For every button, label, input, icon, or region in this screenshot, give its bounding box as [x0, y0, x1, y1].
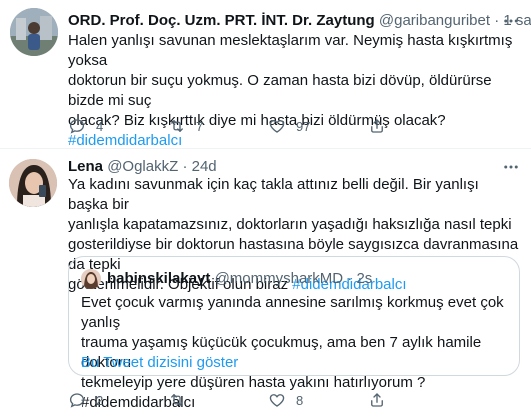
like-icon: [260, 109, 294, 143]
tweet[interactable]: Lena @OglakkZ · 24d Ya kadını savunmak i…: [0, 149, 531, 417]
like-button[interactable]: 8: [260, 383, 360, 417]
reply-count: 4: [96, 118, 104, 134]
separator: ·: [182, 158, 188, 175]
like-count: 8: [296, 392, 304, 408]
retweet-icon: [160, 109, 194, 143]
avatar-image: [9, 159, 57, 207]
avatar[interactable]: [9, 159, 57, 207]
quoted-display-name[interactable]: babinskilakayt: [107, 270, 210, 287]
quoted-header: babinskilakayt @mommysharkMD · 2s: [107, 269, 372, 289]
retweet-icon: [160, 383, 194, 417]
separator: ·: [494, 12, 500, 29]
tweet-text-line: doktorun bir suçu yokmuş. O zaman hasta …: [68, 72, 492, 109]
reply-icon: [60, 383, 94, 417]
quoted-avatar-image: [81, 269, 101, 289]
like-count: 97: [296, 118, 311, 134]
quoted-avatar[interactable]: [81, 269, 101, 289]
show-thread-link[interactable]: Bu Tweet dizisini göster: [81, 353, 238, 373]
more-icon[interactable]: [501, 11, 521, 31]
reply-button[interactable]: 4: [60, 109, 160, 143]
user-handle[interactable]: @OglakkZ: [107, 158, 178, 175]
quoted-timestamp[interactable]: 2s: [356, 270, 372, 287]
quoted-tweet[interactable]: babinskilakayt @mommysharkMD · 2s Evet ç…: [68, 256, 520, 411]
tweet-actions: 4 7 97: [60, 109, 460, 143]
display-name[interactable]: ORD. Prof. Doç. Uzm. PRT. İNT. Dr. Zaytu…: [68, 12, 375, 29]
reply-icon: [60, 109, 94, 143]
tweet-text-line: yanlışla kapatamazsınız, doktorların yaş…: [68, 216, 512, 233]
tweet-text-line: Halen yanlışı savunan meslektaşlarım var…: [68, 32, 513, 69]
display-name[interactable]: Lena: [68, 158, 103, 175]
quoted-text-line: Evet çocuk varmış yanında annesine sarıl…: [81, 294, 504, 331]
reply-button[interactable]: 2: [60, 383, 160, 417]
share-icon: [360, 109, 394, 143]
timestamp[interactable]: 24d: [192, 158, 217, 175]
share-icon: [360, 383, 394, 417]
user-handle[interactable]: @garibanguribet: [379, 12, 490, 29]
tweet-text-line: Ya kadını savunmak için kaç takla attını…: [68, 176, 479, 213]
like-button[interactable]: 97: [260, 109, 360, 143]
tweet-header: Lena @OglakkZ · 24d: [68, 157, 217, 177]
tweet-header: ORD. Prof. Doç. Uzm. PRT. İNT. Dr. Zaytu…: [68, 11, 531, 31]
share-button[interactable]: [360, 109, 394, 143]
retweet-button[interactable]: 7: [160, 109, 260, 143]
retweet-button[interactable]: [160, 383, 260, 417]
separator: ·: [347, 270, 353, 287]
tweet[interactable]: ORD. Prof. Doç. Uzm. PRT. İNT. Dr. Zaytu…: [0, 0, 531, 149]
retweet-count: 7: [196, 118, 204, 134]
like-icon: [260, 383, 294, 417]
tweet-actions: 2 8: [60, 383, 460, 417]
quoted-user-handle[interactable]: @mommysharkMD: [215, 270, 344, 287]
avatar-image: [10, 8, 58, 56]
avatar[interactable]: [10, 8, 58, 56]
more-icon[interactable]: [501, 157, 521, 177]
share-button[interactable]: [360, 383, 394, 417]
reply-count: 2: [96, 392, 104, 408]
